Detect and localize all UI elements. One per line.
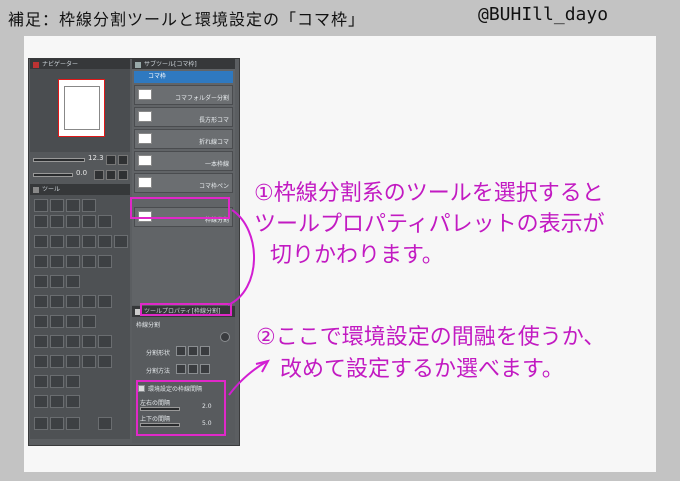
annotation-1-line-2: ツールプロパティパレットの表示が bbox=[254, 212, 605, 237]
annotation-2-line-2: 改めて設定するか選べます。 bbox=[280, 357, 564, 382]
connector-1-icon bbox=[227, 209, 255, 306]
connector-2-icon bbox=[228, 361, 267, 396]
annotation-1-line-1: ①枠線分割系のツールを選択すると bbox=[254, 181, 604, 206]
annotation-2-line-1: ②ここで環境設定の間融を使うか、 bbox=[256, 325, 606, 350]
annotation-1-line-3: 切りかわります。 bbox=[270, 243, 444, 268]
